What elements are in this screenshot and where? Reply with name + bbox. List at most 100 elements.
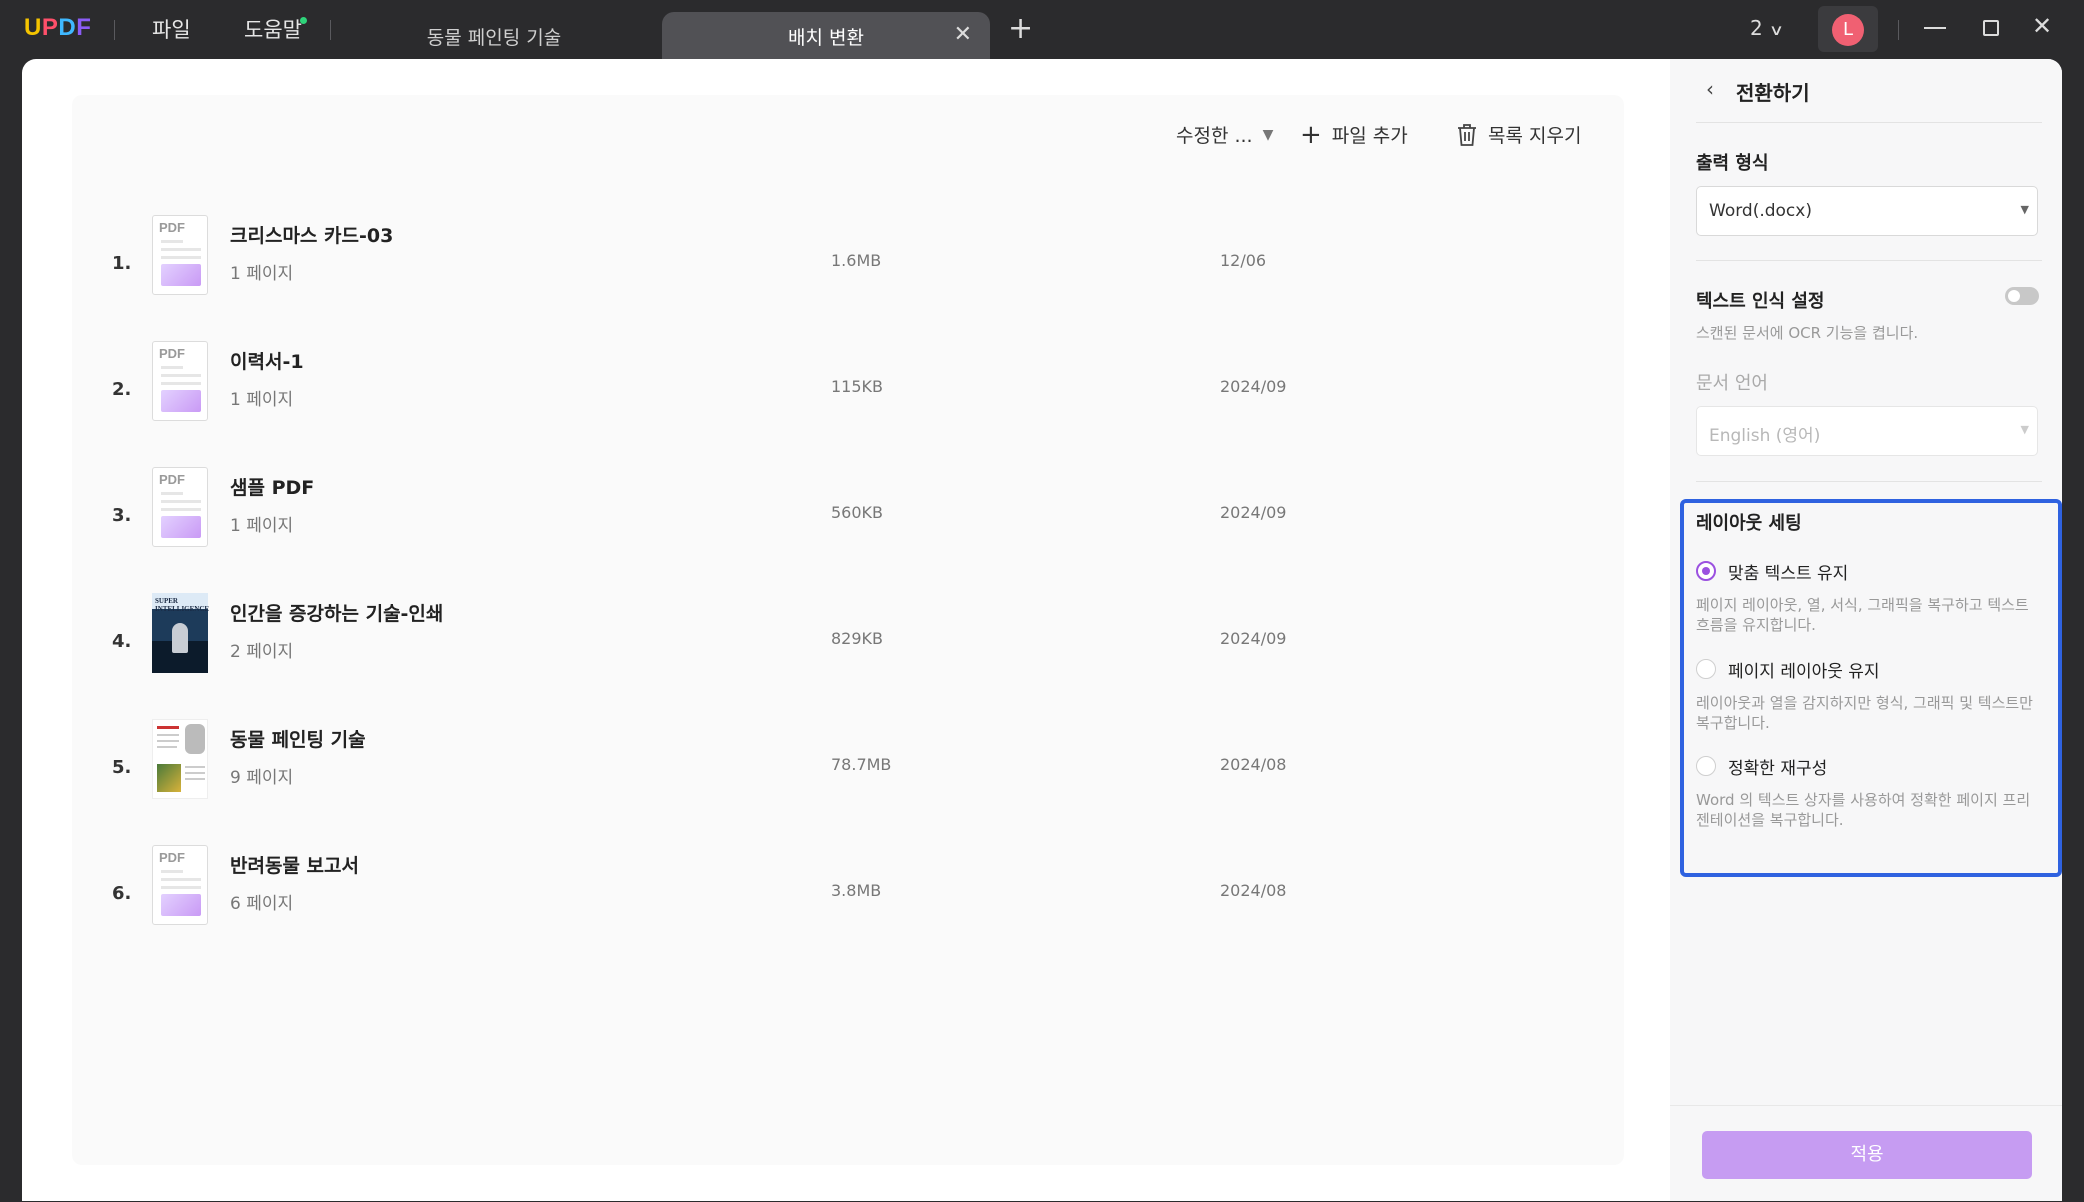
file-name: 샘플 PDF	[230, 477, 315, 499]
menu-help[interactable]: 도움말	[244, 14, 302, 44]
option-label[interactable]: 페이지 레이아웃 유지	[1728, 657, 1880, 682]
tab-label: 동물 페인팅 기술	[426, 26, 562, 49]
file-pages: 1 페이지	[230, 264, 294, 284]
file-size: 115KB	[831, 377, 884, 396]
clear-list-button[interactable]: 목록 지우기	[1456, 121, 1581, 148]
avatar: L	[1832, 14, 1864, 46]
back-chevron-icon[interactable]: ‹	[1706, 77, 1714, 101]
minimize-icon[interactable]	[1924, 27, 1946, 29]
clear-list-label: 목록 지우기	[1488, 125, 1582, 147]
file-size: 3.8MB	[831, 881, 882, 900]
trash-icon	[1458, 123, 1476, 146]
caret-down-icon: ▼	[1262, 126, 1274, 143]
tab-animal-painting[interactable]: 동물 페인팅 기술	[372, 12, 616, 60]
file-name: 이력서-1	[230, 351, 304, 373]
ocr-toggle[interactable]	[2005, 287, 2039, 305]
divider	[1696, 260, 2042, 261]
pdf-thumbnail: PDF	[152, 215, 208, 295]
main-window: 수정한 ... ▼ + 파일 추가 목록 지우기 1. PDF 크리스마스 카드…	[22, 59, 2062, 1201]
file-date: 2024/08	[1220, 755, 1287, 774]
file-pages: 1 페이지	[230, 516, 294, 536]
tab-label: 배치 변환	[788, 26, 864, 49]
row-number: 4.	[112, 631, 132, 652]
file-row[interactable]: 6. PDF 반려동물 보고서 6 페이지 3.8MB 2024/08	[72, 835, 1624, 961]
option-label[interactable]: 맞춤 텍스트 유지	[1728, 559, 1848, 584]
row-number: 3.	[112, 505, 132, 526]
file-date: 2024/08	[1220, 881, 1287, 900]
row-number: 2.	[112, 379, 132, 400]
chevron-down-icon: ∨	[1768, 21, 1784, 39]
document-thumbnail	[152, 719, 208, 799]
output-format-select[interactable]: Word(.docx) ▼	[1696, 186, 2038, 236]
output-format-value: Word(.docx)	[1709, 201, 1812, 221]
radio-exact-reconstruction[interactable]	[1696, 756, 1716, 776]
file-name: 반려동물 보고서	[230, 855, 359, 877]
page-count-dropdown[interactable]: 2 ∨	[1750, 16, 1784, 40]
file-date: 2024/09	[1220, 503, 1287, 522]
notification-dot	[300, 17, 307, 24]
caret-down-icon: ▼	[2020, 203, 2029, 216]
convert-settings-panel: ‹ 전환하기 출력 형식 Word(.docx) ▼ 텍스트 인식 설정 스캔된…	[1670, 59, 2062, 1201]
file-date: 2024/09	[1220, 629, 1287, 648]
file-date: 2024/09	[1220, 377, 1287, 396]
option-description: 페이지 레이아웃, 열, 서식, 그래픽을 복구하고 텍스트 흐름을 유지합니다…	[1696, 596, 2029, 634]
divider	[1696, 122, 2042, 123]
menu-file[interactable]: 파일	[152, 14, 191, 44]
pdf-thumbnail: PDF	[152, 467, 208, 547]
file-row[interactable]: 3. PDF 샘플 PDF 1 페이지 560KB 2024/09	[72, 457, 1624, 583]
file-name: 인간을 증강하는 기술-인쇄	[230, 603, 444, 625]
option-description: 레이아웃과 열을 감지하지만 형식, 그래픽 및 텍스트만 복구합니다.	[1696, 694, 2033, 732]
divider	[1898, 20, 1899, 40]
row-number: 5.	[112, 757, 132, 778]
file-row[interactable]: 5. 동물 페인팅 기술 9 페이지 78.7MB 2024/08	[72, 709, 1624, 835]
doc-language-label: 문서 언어	[1696, 373, 1768, 394]
file-size: 560KB	[831, 503, 884, 522]
file-size: 78.7MB	[831, 755, 892, 774]
file-list-panel: 수정한 ... ▼ + 파일 추가 목록 지우기 1. PDF 크리스마스 카드…	[72, 95, 1624, 1165]
sort-label: 수정한 ...	[1176, 125, 1253, 147]
divider	[1670, 1105, 2062, 1106]
title-bar: UPDF 파일 도움말 동물 페인팅 기술 배치 변환 ✕ + 2 ∨ L ✕	[0, 0, 2084, 60]
file-row[interactable]: 4. SUPER INTELLIGENCE 인간을 증강하는 기술-인쇄 2 페…	[72, 583, 1624, 709]
pdf-thumbnail: PDF	[152, 341, 208, 421]
file-pages: 9 페이지	[230, 768, 294, 788]
user-avatar-button[interactable]: L	[1818, 6, 1878, 52]
maximize-icon[interactable]	[1983, 20, 1999, 36]
ocr-label: 텍스트 인식 설정	[1696, 291, 1825, 312]
panel-title: 전환하기	[1736, 81, 1810, 105]
close-tab-icon[interactable]: ✕	[954, 24, 972, 46]
file-pages: 6 페이지	[230, 894, 294, 914]
tab-batch-convert[interactable]: 배치 변환 ✕	[662, 12, 990, 60]
file-date: 12/06	[1220, 251, 1267, 270]
file-size: 1.6MB	[831, 251, 882, 270]
divider	[114, 20, 115, 40]
radio-keep-page-layout[interactable]	[1696, 659, 1716, 679]
row-number: 1.	[112, 253, 132, 274]
file-name: 동물 페인팅 기술	[230, 729, 366, 751]
doc-language-value: English (영어)	[1709, 426, 1821, 446]
file-pages: 2 페이지	[230, 642, 294, 662]
add-file-label: 파일 추가	[1331, 125, 1408, 147]
row-number: 6.	[112, 883, 132, 904]
add-file-button[interactable]: + 파일 추가	[1300, 121, 1408, 148]
layout-settings-title: 레이아웃 세팅	[1696, 513, 1802, 534]
close-window-icon[interactable]: ✕	[2032, 14, 2052, 38]
book-cover-thumbnail: SUPER INTELLIGENCE	[152, 593, 209, 673]
new-tab-icon[interactable]: +	[1008, 14, 1033, 44]
updf-logo: UPDF	[24, 14, 92, 41]
option-description: Word 의 텍스트 상자를 사용하여 정확한 페이지 프리젠테이션을 복구합니…	[1696, 791, 2031, 829]
file-row[interactable]: 2. PDF 이력서-1 1 페이지 115KB 2024/09	[72, 331, 1624, 457]
output-format-label: 출력 형식	[1696, 153, 1769, 174]
sort-dropdown[interactable]: 수정한 ... ▼	[1176, 121, 1273, 148]
file-pages: 1 페이지	[230, 390, 294, 410]
divider	[330, 20, 331, 40]
option-label[interactable]: 정확한 재구성	[1728, 754, 1827, 779]
file-size: 829KB	[831, 629, 884, 648]
ocr-description: 스캔된 문서에 OCR 기능을 켭니다.	[1696, 324, 1919, 342]
file-name: 크리스마스 카드-03	[230, 225, 394, 247]
radio-keep-flowing-text[interactable]	[1696, 561, 1716, 581]
file-row[interactable]: 1. PDF 크리스마스 카드-03 1 페이지 1.6MB 12/06	[72, 205, 1624, 331]
plus-icon: +	[1300, 119, 1322, 150]
apply-button[interactable]: 적용	[1702, 1131, 2032, 1179]
doc-language-select[interactable]: English (영어) ▼	[1696, 406, 2038, 456]
